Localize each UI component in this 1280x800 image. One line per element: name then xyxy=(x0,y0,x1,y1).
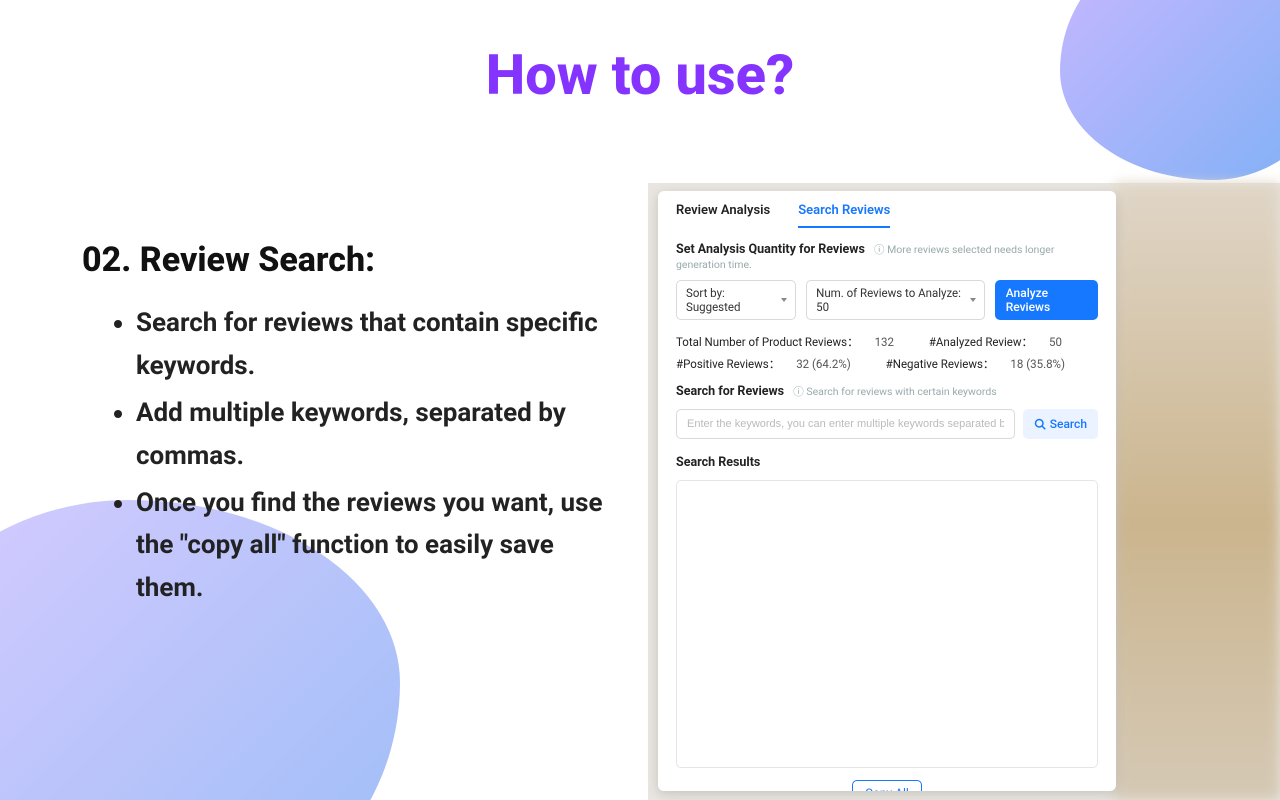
app-panel: Review Analysis Search Reviews Set Analy… xyxy=(658,191,1116,791)
negative-reviews-value: 18 (35.8%) xyxy=(1010,357,1065,371)
page-title: How to use? xyxy=(0,42,1280,108)
search-results-box xyxy=(676,480,1098,768)
keywords-input[interactable] xyxy=(676,409,1015,439)
total-reviews-label: Total Number of Product Reviews： xyxy=(676,335,859,349)
section-heading: 02. Review Search: xyxy=(82,240,622,280)
set-quantity-label: Set Analysis Quantity for Reviews More r… xyxy=(676,242,1098,272)
copy-all-wrap: Copy All xyxy=(676,780,1098,791)
controls-row: Sort by: Suggested Num. of Reviews to An… xyxy=(676,280,1098,320)
search-for-reviews-label: Search for Reviews Search for reviews wi… xyxy=(676,384,1098,399)
bullet-item: Search for reviews that contain specific… xyxy=(136,302,622,388)
search-button-label: Search xyxy=(1050,417,1087,431)
total-reviews-value: 132 xyxy=(875,335,894,349)
search-button[interactable]: Search xyxy=(1023,409,1098,439)
analyze-reviews-button[interactable]: Analyze Reviews xyxy=(995,280,1098,320)
copy-all-button[interactable]: Copy All xyxy=(852,780,922,791)
screenshot-area: Review Analysis Search Reviews Set Analy… xyxy=(648,183,1280,800)
positive-reviews-label: #Positive Reviews： xyxy=(676,357,780,371)
num-reviews-select[interactable]: Num. of Reviews to Analyze: 50 xyxy=(806,280,985,320)
bullet-item: Once you find the reviews you want, use … xyxy=(136,482,622,611)
bullet-item: Add multiple keywords, separated by comm… xyxy=(136,392,622,478)
search-results-label: Search Results xyxy=(676,455,1098,470)
search-icon xyxy=(1034,418,1046,430)
analyzed-reviews-value: 50 xyxy=(1049,335,1062,349)
tab-review-analysis[interactable]: Review Analysis xyxy=(676,203,770,228)
negative-reviews-label: #Negative Reviews： xyxy=(886,357,995,371)
sort-by-select[interactable]: Sort by: Suggested xyxy=(676,280,796,320)
positive-reviews-value: 32 (64.2%) xyxy=(796,357,851,371)
stats-row-2: #Positive Reviews： 32 (64.2%) #Negative R… xyxy=(676,356,1098,372)
search-hint: Search for reviews with certain keywords xyxy=(793,385,996,398)
bullet-list: Search for reviews that contain specific… xyxy=(82,302,622,610)
search-for-text: Search for Reviews xyxy=(676,384,784,399)
background-blur xyxy=(1115,183,1280,800)
left-content-block: 02. Review Search: Search for reviews th… xyxy=(82,240,622,614)
tab-search-reviews[interactable]: Search Reviews xyxy=(798,203,890,228)
panel-body: Set Analysis Quantity for Reviews More r… xyxy=(658,228,1116,791)
set-quantity-text: Set Analysis Quantity for Reviews xyxy=(676,242,865,257)
search-row: Search xyxy=(676,409,1098,439)
tabs-bar: Review Analysis Search Reviews xyxy=(658,191,1116,228)
stats-row-1: Total Number of Product Reviews： 132 #Ana… xyxy=(676,334,1098,350)
analyzed-reviews-label: #Analyzed Review： xyxy=(929,335,1033,349)
